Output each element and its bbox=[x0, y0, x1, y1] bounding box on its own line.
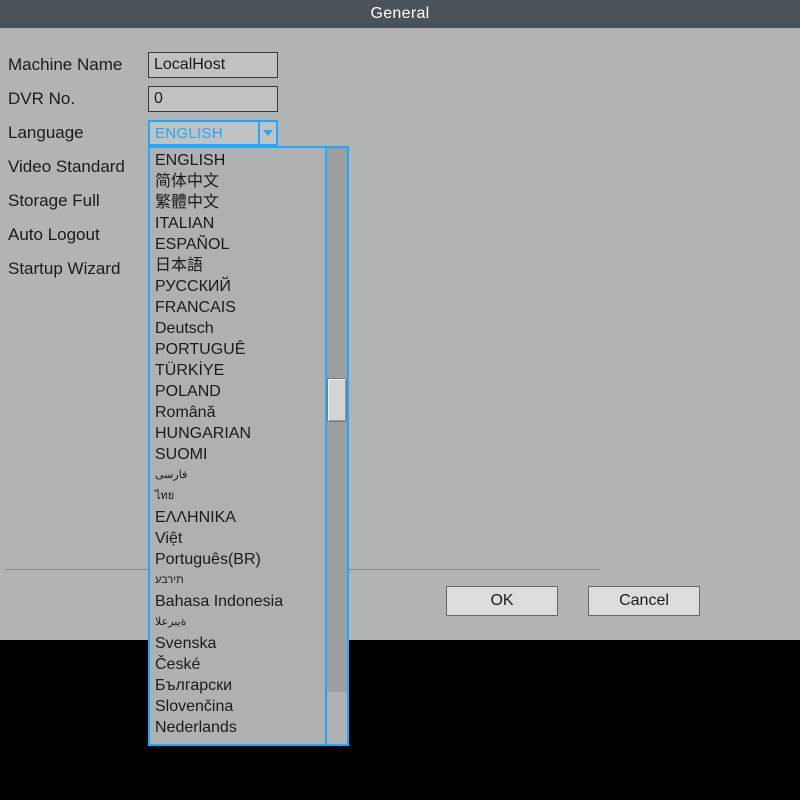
form-area: Machine Name DVR No. Language ENGLISH EN… bbox=[8, 50, 792, 288]
language-option[interactable]: České bbox=[155, 654, 320, 675]
language-option[interactable]: 日本語 bbox=[155, 255, 320, 276]
row-machine-name: Machine Name bbox=[8, 50, 792, 80]
language-option[interactable]: HUNGARIAN bbox=[155, 423, 320, 444]
machine-name-input[interactable] bbox=[148, 52, 278, 78]
language-option[interactable]: ةيبرعلا bbox=[155, 612, 320, 633]
language-option[interactable]: 繁體中文 bbox=[155, 192, 320, 213]
label-machine-name: Machine Name bbox=[8, 55, 148, 75]
cancel-button[interactable]: Cancel bbox=[588, 586, 700, 616]
language-option[interactable]: Việt bbox=[155, 528, 320, 549]
language-option[interactable]: PORTUGUÊ bbox=[155, 339, 320, 360]
language-option[interactable]: Português(BR) bbox=[155, 549, 320, 570]
label-video-standard: Video Standard bbox=[8, 157, 148, 177]
language-option[interactable]: ENGLISH bbox=[155, 150, 320, 171]
window-title: General bbox=[370, 5, 429, 23]
label-storage-full: Storage Full bbox=[8, 191, 148, 211]
language-option[interactable]: ITALIAN bbox=[155, 213, 320, 234]
language-option[interactable]: Română bbox=[155, 402, 320, 423]
window-titlebar: General bbox=[0, 0, 800, 28]
dropdown-arrow-box bbox=[258, 122, 276, 144]
label-auto-logout: Auto Logout bbox=[8, 225, 148, 245]
button-row: OK Cancel bbox=[446, 586, 700, 616]
language-option[interactable]: SUOMI bbox=[155, 444, 320, 465]
scrollbar-track bbox=[327, 422, 347, 692]
language-option[interactable]: فارسی bbox=[155, 465, 320, 486]
language-option[interactable]: תירבע bbox=[155, 570, 320, 591]
language-option[interactable]: TÜRKİYE bbox=[155, 360, 320, 381]
label-dvr-no: DVR No. bbox=[8, 89, 148, 109]
language-option[interactable]: 简体中文 bbox=[155, 171, 320, 192]
row-auto-logout: Auto Logout bbox=[8, 220, 792, 250]
general-settings-window: General Machine Name DVR No. Language EN… bbox=[0, 0, 800, 640]
row-video-standard: Video Standard bbox=[8, 152, 792, 182]
language-option[interactable]: ESPAÑOL bbox=[155, 234, 320, 255]
ok-button[interactable]: OK bbox=[446, 586, 558, 616]
language-option[interactable]: РУССКИЙ bbox=[155, 276, 320, 297]
row-language: Language ENGLISH ENGLISH简体中文繁體中文ITALIANE… bbox=[8, 118, 792, 148]
language-dropdown-list: ENGLISH简体中文繁體中文ITALIANESPAÑOL日本語РУССКИЙF… bbox=[150, 148, 325, 744]
dvr-no-input[interactable] bbox=[148, 86, 278, 112]
language-option[interactable]: ไทย bbox=[155, 486, 320, 507]
row-storage-full: Storage Full bbox=[8, 186, 792, 216]
scrollbar-track bbox=[327, 148, 347, 378]
language-option[interactable]: Svenska bbox=[155, 633, 320, 654]
language-option[interactable]: Bahasa Indonesia bbox=[155, 591, 320, 612]
label-language: Language bbox=[8, 123, 148, 143]
language-option[interactable]: ΕΛΛΗΝΙΚΑ bbox=[155, 507, 320, 528]
language-option[interactable]: Nederlands bbox=[155, 717, 320, 738]
language-dropdown: ENGLISH简体中文繁體中文ITALIANESPAÑOL日本語РУССКИЙF… bbox=[148, 146, 349, 746]
chevron-down-icon bbox=[263, 130, 273, 136]
language-option[interactable]: Slovenčina bbox=[155, 696, 320, 717]
language-option[interactable]: FRANCAIS bbox=[155, 297, 320, 318]
language-select[interactable]: ENGLISH bbox=[148, 120, 278, 146]
language-option[interactable]: Български bbox=[155, 675, 320, 696]
language-option[interactable]: POLAND bbox=[155, 381, 320, 402]
language-dropdown-scrollbar[interactable] bbox=[325, 148, 347, 744]
language-option[interactable]: Deutsch bbox=[155, 318, 320, 339]
label-startup-wizard: Startup Wizard bbox=[8, 259, 148, 279]
row-startup-wizard: Startup Wizard bbox=[8, 254, 792, 284]
row-dvr-no: DVR No. bbox=[8, 84, 792, 114]
language-select-value: ENGLISH bbox=[155, 125, 271, 142]
scrollbar-thumb[interactable] bbox=[327, 378, 347, 422]
